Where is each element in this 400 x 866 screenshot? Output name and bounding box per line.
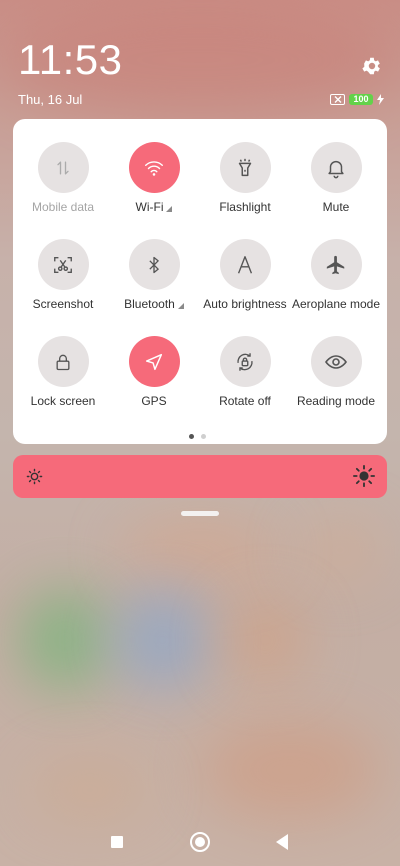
tile-label: Mobile data <box>31 200 95 214</box>
lock-icon <box>53 352 73 372</box>
tile-label: Auto brightness <box>203 297 287 311</box>
tile-label: Mute <box>322 200 350 214</box>
page-dot-active[interactable] <box>189 434 194 439</box>
tile-label: Lock screen <box>30 394 96 408</box>
page-indicator <box>189 434 206 439</box>
mobile-data-icon <box>53 158 73 178</box>
airplane-icon <box>325 254 347 276</box>
date: Thu, 16 Jul <box>18 92 83 107</box>
wifi-icon <box>143 157 165 179</box>
expand-arrow-icon[interactable] <box>166 205 173 212</box>
brightness-slider[interactable] <box>13 455 387 498</box>
tile-label: Reading mode <box>296 394 376 408</box>
status-icons: 100 <box>330 92 384 106</box>
tile-toggle[interactable] <box>37 239 89 290</box>
tile-mobile-data[interactable]: Mobile data <box>17 142 109 222</box>
tile-label: Rotate off <box>219 394 271 408</box>
page-dot[interactable] <box>201 434 206 439</box>
expand-arrow-icon[interactable] <box>177 302 184 309</box>
tile-toggle[interactable] <box>37 336 89 387</box>
tile-label: Bluetooth <box>124 297 175 311</box>
battery-icon: 100 <box>349 93 373 105</box>
tile-toggle[interactable] <box>310 239 362 290</box>
tile-label: Aeroplane mode <box>291 297 381 311</box>
settings-button[interactable] <box>359 53 385 79</box>
tile-label: GPS <box>141 394 167 408</box>
eye-icon <box>324 350 348 374</box>
home-button[interactable] <box>190 832 210 852</box>
tile-toggle[interactable] <box>128 239 180 290</box>
bluetooth-icon <box>144 255 164 275</box>
gps-icon <box>143 351 165 373</box>
gear-icon <box>362 57 380 75</box>
charging-icon <box>377 93 384 105</box>
rotate-lock-icon <box>234 351 256 373</box>
tile-flashlight[interactable]: Flashlight <box>199 142 291 222</box>
tile-label: Flashlight <box>219 200 271 214</box>
no-sim-icon <box>330 93 345 105</box>
quick-settings-panel: Mobile data Wi-Fi Flashlight Mute Screenshot… <box>13 119 387 444</box>
tile-aeroplane-mode[interactable]: Aeroplane mode <box>290 239 382 319</box>
tile-gps[interactable]: GPS <box>108 336 200 416</box>
recents-button[interactable] <box>111 836 123 848</box>
bell-icon <box>325 157 347 179</box>
auto-brightness-icon <box>234 254 256 276</box>
tile-toggle[interactable] <box>219 239 271 290</box>
flashlight-icon <box>234 157 256 179</box>
clock: 11:53 <box>18 36 123 83</box>
tile-auto-brightness[interactable]: Auto brightness <box>199 239 291 319</box>
tile-toggle[interactable] <box>37 142 89 193</box>
tile-toggle[interactable] <box>128 142 180 193</box>
tile-toggle[interactable] <box>128 336 180 387</box>
tile-toggle[interactable] <box>310 336 362 387</box>
tile-wi-fi[interactable]: Wi-Fi <box>108 142 200 222</box>
tile-toggle[interactable] <box>219 142 271 193</box>
back-button[interactable] <box>276 834 288 850</box>
tile-toggle[interactable] <box>219 336 271 387</box>
tile-label: Screenshot <box>32 297 94 311</box>
tile-rotate-off[interactable]: Rotate off <box>199 336 291 416</box>
tile-label: Wi-Fi <box>135 200 164 214</box>
drag-handle[interactable] <box>181 511 219 516</box>
tile-reading-mode[interactable]: Reading mode <box>290 336 382 416</box>
home-icon <box>195 837 205 847</box>
brightness-high-icon <box>353 465 375 487</box>
tile-screenshot[interactable]: Screenshot <box>17 239 109 319</box>
tile-toggle[interactable] <box>310 142 362 193</box>
tile-lock-screen[interactable]: Lock screen <box>17 336 109 416</box>
brightness-low-icon <box>26 468 43 485</box>
screenshot-icon <box>52 254 74 276</box>
tile-bluetooth[interactable]: Bluetooth <box>108 239 200 319</box>
tile-mute[interactable]: Mute <box>290 142 382 222</box>
